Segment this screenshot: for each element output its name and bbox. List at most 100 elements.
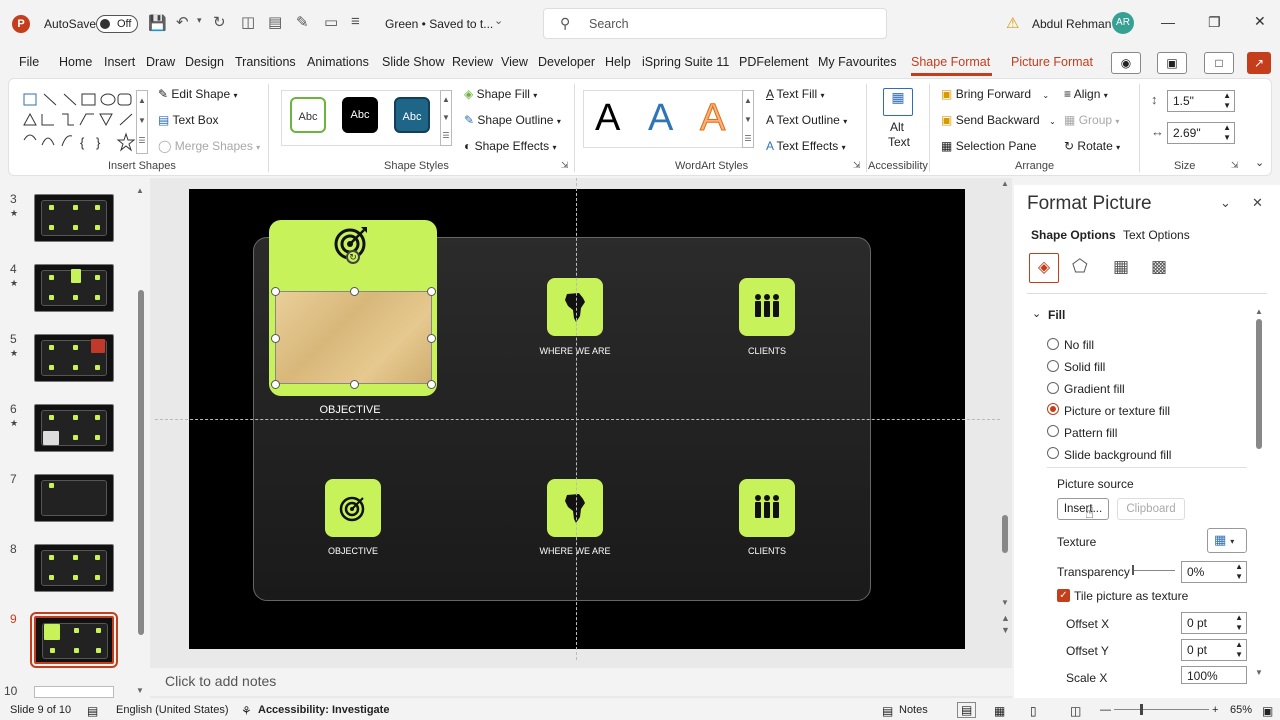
pane-scroll-up-icon[interactable]: ▲: [1255, 307, 1263, 316]
alt-text-icon[interactable]: ▦: [883, 88, 913, 116]
fill-line-icon[interactable]: ◈: [1029, 253, 1059, 283]
shape-styles-launcher-icon[interactable]: ⇲: [561, 160, 569, 171]
tab-shape-options[interactable]: Shape Options: [1031, 228, 1116, 242]
picture-texture-fill-label[interactable]: Picture or texture fill: [1064, 404, 1170, 418]
effects-icon[interactable]: ⬠: [1072, 256, 1088, 277]
tab-home[interactable]: Home: [59, 55, 92, 69]
wordart-launcher-icon[interactable]: ⇲: [853, 160, 861, 171]
normal-view-icon[interactable]: ▤: [957, 702, 977, 718]
tab-view[interactable]: View: [501, 55, 528, 69]
radio-pattern-fill[interactable]: [1047, 425, 1059, 437]
present-button-icon[interactable]: ▣: [1157, 52, 1187, 74]
tab-ispring[interactable]: iSpring Suite 11: [642, 55, 729, 69]
zoom-slider-thumb[interactable]: [1140, 704, 1143, 715]
undo-icon[interactable]: ↶: [176, 13, 189, 31]
wordart-style-blue[interactable]: A: [648, 98, 673, 138]
wordart-style-orange[interactable]: A: [699, 98, 725, 139]
gradient-fill-label[interactable]: Gradient fill: [1064, 382, 1125, 396]
height-input[interactable]: 1.5" ▲ ▼: [1167, 90, 1235, 112]
customize-toolbar-icon[interactable]: ≡: [351, 13, 360, 30]
alt-text-label-2[interactable]: Text: [888, 135, 910, 149]
pane-scrollbar[interactable]: [1256, 319, 1262, 449]
save-icon[interactable]: 💾: [148, 14, 167, 32]
tile-checkbox[interactable]: ✓: [1057, 589, 1070, 602]
tab-animations[interactable]: Animations: [307, 55, 369, 69]
tab-file[interactable]: File: [19, 55, 39, 69]
slide-thumbnail-9[interactable]: [30, 612, 118, 668]
align-button[interactable]: ≡ Align ▾: [1064, 87, 1108, 101]
pane-scroll-down-icon[interactable]: ▼: [1255, 668, 1263, 677]
resize-handle[interactable]: [350, 380, 359, 389]
objective-card[interactable]: [325, 479, 381, 537]
zoom-slider[interactable]: [1114, 709, 1209, 710]
shape-style-swatch-blue[interactable]: Abc: [394, 97, 430, 133]
slide-sorter-icon[interactable]: ▦: [994, 704, 1005, 718]
resize-handle[interactable]: [271, 334, 280, 343]
accessibility-icon[interactable]: ⚘: [241, 704, 252, 718]
tab-design[interactable]: Design: [185, 55, 224, 69]
tab-text-options[interactable]: Text Options: [1123, 228, 1190, 242]
avatar[interactable]: AR: [1112, 12, 1134, 34]
tile-label[interactable]: Tile picture as texture: [1074, 589, 1188, 603]
tab-developer[interactable]: Developer: [538, 55, 595, 69]
pane-options-chevron-icon[interactable]: ⌄: [1220, 195, 1231, 211]
fill-section-title[interactable]: Fill: [1048, 308, 1065, 322]
zoom-level[interactable]: 65%: [1230, 704, 1252, 716]
comments-icon[interactable]: □: [1204, 52, 1234, 74]
slide-thumbnail-10[interactable]: [34, 686, 114, 698]
tab-transitions[interactable]: Transitions: [235, 55, 296, 69]
shape-fill-button[interactable]: ◈ Shape Fill ▾: [464, 87, 537, 101]
shapes-gallery[interactable]: { }: [22, 90, 140, 154]
tab-help[interactable]: Help: [605, 55, 631, 69]
radio-gradient-fill[interactable]: [1047, 382, 1059, 394]
redo-icon[interactable]: ↻: [213, 13, 226, 31]
solid-fill-label[interactable]: Solid fill: [1064, 360, 1105, 374]
transparency-input[interactable]: 0% ▲ ▼: [1181, 561, 1247, 583]
pattern-fill-label[interactable]: Pattern fill: [1064, 426, 1117, 440]
radio-solid-fill[interactable]: [1047, 360, 1059, 372]
tab-draw[interactable]: Draw: [146, 55, 175, 69]
where-we-are-card[interactable]: [547, 479, 603, 537]
no-fill-label[interactable]: No fill: [1064, 338, 1094, 352]
radio-picture-texture-fill[interactable]: [1047, 403, 1059, 415]
record-icon[interactable]: ◉: [1111, 52, 1141, 74]
shape-styles-scroll[interactable]: ▲ ▼ ☰: [440, 90, 452, 146]
new-slide-icon[interactable]: ▤: [268, 13, 282, 31]
tab-my-favourites[interactable]: My Favourites: [818, 55, 897, 69]
edit-shape-button[interactable]: ✎ Edit Shape ▾: [158, 87, 237, 101]
fit-to-window-icon[interactable]: ▣: [1262, 704, 1273, 718]
slideshow-icon[interactable]: ◫: [1070, 704, 1081, 718]
format-painter-icon[interactable]: ✎: [296, 13, 309, 31]
wordart-style-black[interactable]: A: [595, 98, 620, 138]
insert-picture-button[interactable]: Insert...: [1057, 498, 1109, 520]
resize-handle[interactable]: [427, 334, 436, 343]
autosave-toggle[interactable]: Off: [96, 15, 138, 33]
size-properties-icon[interactable]: ▦: [1113, 257, 1129, 277]
clients-card[interactable]: [739, 479, 795, 537]
offset-y-input[interactable]: 0 pt ▲ ▼: [1181, 639, 1247, 661]
bring-forward-button[interactable]: ▣ Bring Forward ⌄: [941, 87, 1049, 101]
minimize-icon[interactable]: —: [1161, 14, 1175, 30]
texture-picture-placeholder[interactable]: [271, 287, 436, 389]
offset-x-input[interactable]: 0 pt ▲ ▼: [1181, 612, 1247, 634]
shape-style-swatch-black[interactable]: Abc: [342, 97, 378, 133]
text-fill-button[interactable]: A Text Fill ▾: [766, 87, 825, 101]
tab-shape-format[interactable]: Shape Format: [911, 55, 990, 69]
canvas-scroll-down-icon[interactable]: ▼: [1001, 598, 1009, 607]
present-icon[interactable]: ◫: [241, 13, 255, 31]
clients-card[interactable]: [739, 278, 795, 336]
shape-effects-button[interactable]: ◐ Shape Effects ▾: [464, 139, 556, 153]
text-effects-button[interactable]: A Text Effects ▾: [766, 139, 846, 153]
width-input[interactable]: 2.69" ▲ ▼: [1167, 122, 1235, 144]
text-box-button[interactable]: ▤ Text Box: [158, 113, 219, 127]
tab-insert[interactable]: Insert: [104, 55, 135, 69]
wordart-scroll[interactable]: ▲ ▼ ☰: [742, 90, 754, 148]
slide-thumbnail-7[interactable]: [34, 474, 114, 522]
zoom-out-icon[interactable]: —: [1100, 704, 1111, 716]
warning-icon[interactable]: ⚠: [1006, 14, 1019, 32]
scale-x-input[interactable]: 100%: [1181, 666, 1247, 684]
close-icon[interactable]: ✕: [1254, 13, 1266, 30]
size-launcher-icon[interactable]: ⇲: [1231, 160, 1239, 171]
share-icon[interactable]: ↗: [1247, 52, 1271, 74]
tab-picture-format[interactable]: Picture Format: [1011, 55, 1093, 69]
